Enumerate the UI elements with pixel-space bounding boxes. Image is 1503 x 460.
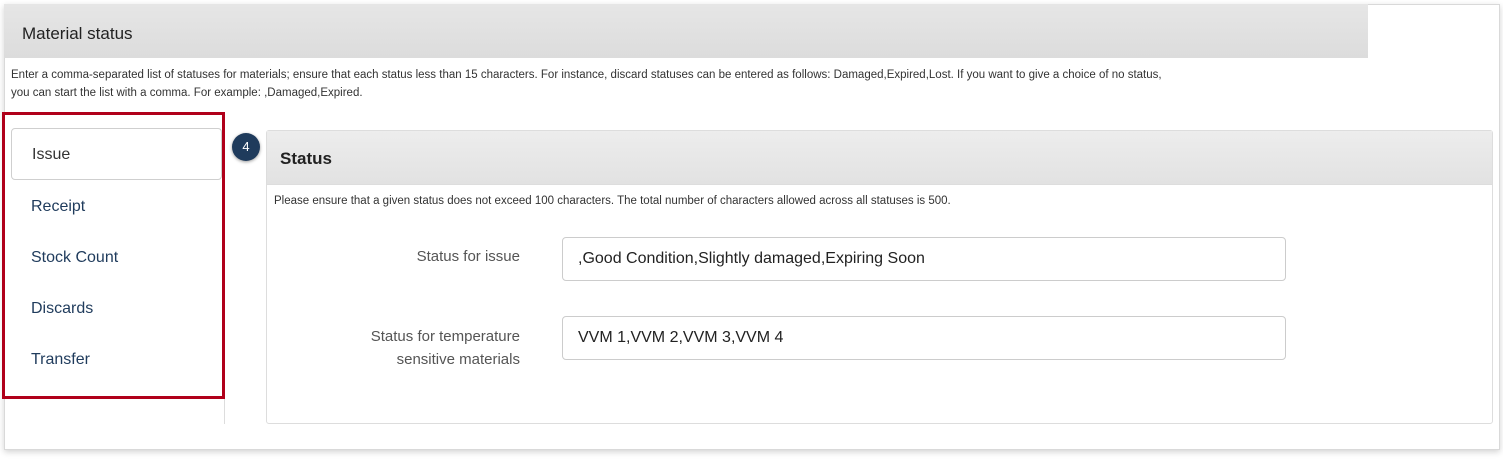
sidebar-item-discards[interactable]: Discards (11, 283, 221, 335)
field-label-line-2: sensitive materials (396, 351, 520, 368)
status-for-temperature-input[interactable] (562, 316, 1286, 360)
description-line-2: you can start the list with a comma. For… (11, 87, 363, 99)
section-description: Enter a comma-separated list of statuses… (11, 66, 1391, 102)
field-label-line-1: Status for temperature (370, 328, 520, 345)
section-title: Material status (22, 24, 133, 43)
status-for-issue-input[interactable] (562, 237, 1286, 281)
sidebar-item-label: Receipt (31, 198, 86, 215)
sidebar-item-issue[interactable]: Issue (11, 128, 222, 180)
sidebar-nav: Issue Receipt Stock Count Discards Trans… (11, 128, 225, 424)
sidebar-item-label: Issue (32, 146, 71, 163)
sidebar-item-transfer[interactable]: Transfer (11, 334, 221, 386)
status-panel: Status Please ensure that a given status… (266, 130, 1493, 424)
panel-header: Status (267, 131, 1492, 185)
section-header: Material status (4, 4, 1368, 58)
description-line-1: Enter a comma-separated list of statuses… (11, 69, 1162, 81)
field-label-text: Status for issue (416, 248, 520, 265)
panel-title: Status (280, 149, 332, 168)
sidebar-item-label: Discards (31, 300, 94, 317)
sidebar-item-stock-count[interactable]: Stock Count (11, 232, 221, 284)
sidebar-item-label: Stock Count (31, 249, 119, 266)
status-for-temperature-label: Status for temperature sensitive materia… (371, 325, 520, 371)
sidebar-item-receipt[interactable]: Receipt (11, 181, 221, 233)
sidebar-item-label: Transfer (31, 351, 90, 368)
step-number-badge: 4 (232, 133, 260, 161)
panel-help-text: Please ensure that a given status does n… (274, 195, 951, 207)
status-for-issue-label: Status for issue (417, 245, 520, 268)
